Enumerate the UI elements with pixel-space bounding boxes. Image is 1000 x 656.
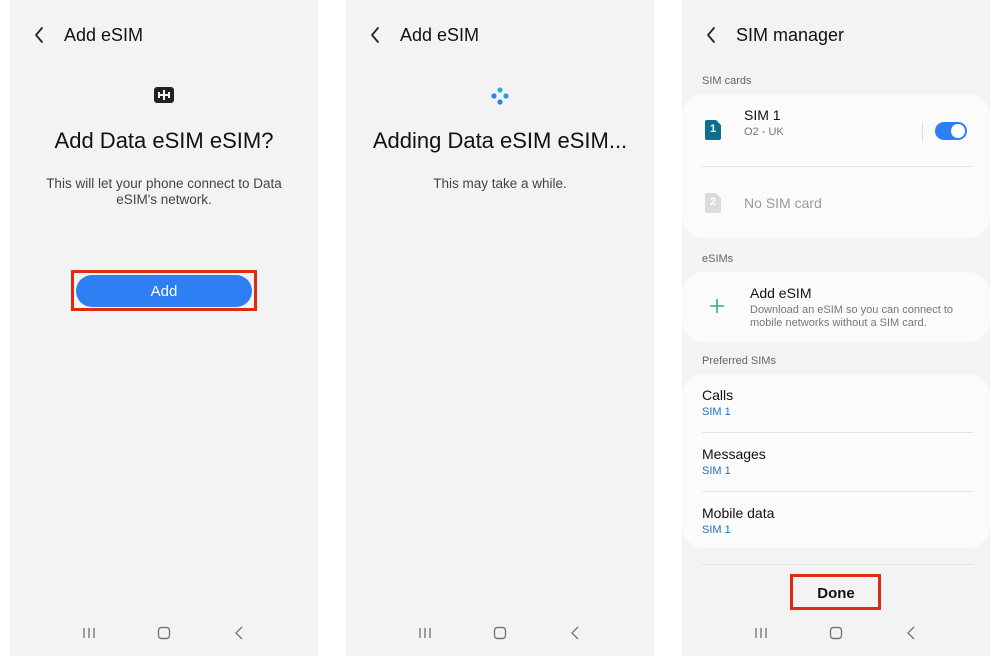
sim2-name: No SIM card [744,195,822,211]
progress-heading: Adding Data eSIM eSIM... [372,128,628,153]
confirm-description: This will let your phone connect to Data… [46,176,282,207]
pref-calls-title: Calls [702,387,734,403]
esims-label: eSIMs [702,253,734,265]
recents-button[interactable] [69,622,109,644]
nav-back-button[interactable] [555,622,595,644]
nav-back-icon [906,626,915,640]
preferred-sims-card: Calls SIM 1 Messages SIM 1 Mobile data S… [682,374,990,548]
recents-icon [755,628,768,638]
sim1-carrier: O2 - UK [744,126,784,138]
highlight-box [790,574,881,610]
nav-back-button[interactable] [891,622,931,644]
chevron-left-icon [371,27,379,43]
divider [702,564,974,565]
add-esim-title: Add eSIM [750,285,812,301]
chevron-left-icon [35,27,43,43]
sim1-toggle[interactable] [935,122,967,140]
pref-mobile-data-title: Mobile data [702,505,775,521]
back-button[interactable] [28,23,50,47]
add-esim-description-2: mobile networks without a SIM card. [750,317,927,329]
page-title: Add eSIM [64,24,144,45]
sim1-name: SIM 1 [744,107,781,123]
confirm-heading: Add Data eSIM eSIM? [54,128,274,153]
sim1-badge: 1 [709,123,717,135]
pref-messages-title: Messages [702,446,766,462]
home-button[interactable] [480,622,520,644]
sim2-row: 2 No SIM card [682,167,990,237]
home-icon [829,626,843,640]
home-icon [493,626,507,640]
pref-calls-value: SIM 1 [702,406,731,418]
recents-button[interactable] [741,622,781,644]
pref-row-messages[interactable]: Messages SIM 1 [682,433,990,491]
screen-adding-esim: Add eSIM Adding Data eSIM eSIM... This m… [346,0,654,656]
add-esim-row[interactable]: Add eSIM Download an eSIM so you can con… [682,272,990,342]
chevron-left-icon [707,27,715,43]
pref-messages-value: SIM 1 [702,465,731,477]
screen-add-esim-confirm: Add eSIM Add Data eSIM eSIM? This will l… [10,0,318,656]
toggle-knob [951,124,965,138]
plus-icon [710,299,724,313]
highlight-box [71,270,257,311]
nav-bar [10,622,318,644]
header: Add eSIM [28,22,143,48]
divider [922,122,923,142]
pref-row-calls[interactable]: Calls SIM 1 [682,374,990,432]
home-button[interactable] [144,622,184,644]
recents-icon [419,628,432,638]
header: SIM manager [700,22,844,48]
pref-row-mobile-data[interactable]: Mobile data SIM 1 [682,492,990,548]
sim2-badge: 2 [709,196,717,208]
recents-button[interactable] [405,622,445,644]
nav-back-button[interactable] [219,622,259,644]
add-esim-description-1: Download an eSIM so you can connect to [750,304,954,316]
page-title: Add eSIM [400,24,480,45]
home-button[interactable] [816,622,856,644]
recents-icon [83,628,96,638]
sim1-row[interactable]: 1 SIM 1 O2 - UK [682,94,990,166]
page-title: SIM manager [736,24,845,45]
sim-card-icon [154,87,174,103]
nav-bar [346,622,654,644]
progress-description: This may take a while. [433,176,567,191]
nav-back-icon [234,626,243,640]
loading-dots-icon [491,87,509,105]
screen-sim-manager: SIM manager SIM cards 1 SIM 1 O2 - UK 2 [682,0,990,656]
sim-cards-label: SIM cards [702,75,752,87]
nav-bar [682,622,990,644]
header: Add eSIM [364,22,479,48]
pref-mobile-data-value: SIM 1 [702,524,731,536]
stage: Add eSIM Add Data eSIM eSIM? This will l… [0,0,1000,656]
sim-cards-card: 1 SIM 1 O2 - UK 2 No SIM card [682,94,990,238]
nav-back-icon [570,626,579,640]
back-button[interactable] [364,23,386,47]
home-icon [157,626,171,640]
back-button[interactable] [700,23,722,47]
preferred-sims-label: Preferred SIMs [702,355,776,367]
